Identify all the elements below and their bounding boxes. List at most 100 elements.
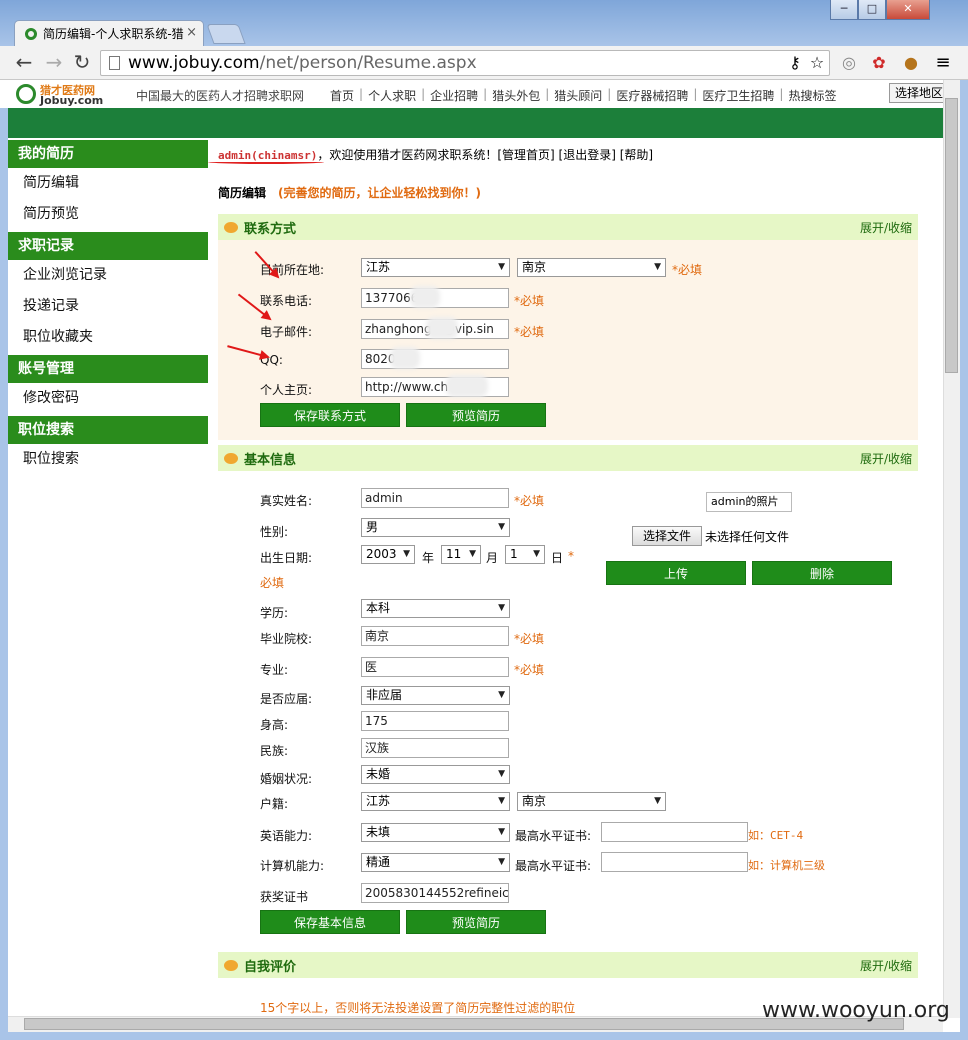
school-input[interactable]: 南京 xyxy=(361,626,509,646)
photo-alt-text: admin的照片 xyxy=(711,495,779,508)
nav-employer[interactable]: 企业招聘 xyxy=(430,87,478,104)
redaction-blur xyxy=(426,317,458,339)
name-input[interactable]: admin xyxy=(361,488,509,508)
no-file-text: 未选择任何文件 xyxy=(705,530,790,544)
computer-hint: 如：计算机三级 xyxy=(748,859,825,872)
province-select[interactable]: 江苏 xyxy=(361,258,510,277)
english-cert-input[interactable] xyxy=(601,822,748,842)
sidebar-item-resume-preview[interactable]: 简历预览 xyxy=(8,199,208,230)
english-select[interactable]: 未填 xyxy=(361,823,510,842)
nav-outsourcing[interactable]: 猎头外包 xyxy=(492,87,540,104)
back-icon[interactable]: ← xyxy=(12,50,36,74)
region-select-button[interactable]: 选择地区 xyxy=(889,83,951,103)
birth-day-select[interactable]: 1 xyxy=(505,545,545,564)
preview-resume-button[interactable]: 预览简历 xyxy=(406,910,546,934)
email-label: 电子邮件: xyxy=(260,325,313,339)
month-unit: 月 xyxy=(486,551,499,565)
nav-health-jobs[interactable]: 医疗卫生招聘 xyxy=(702,87,774,104)
city-select[interactable]: 南京 xyxy=(517,258,666,277)
phone-label: 联系电话: xyxy=(260,294,313,308)
menu-icon[interactable]: ≡ xyxy=(932,52,954,74)
reload-icon[interactable]: ↻ xyxy=(70,50,94,74)
sidebar: 我的简历 简历编辑 简历预览 求职记录 企业浏览记录 投递记录 职位收藏夹 账号… xyxy=(8,138,208,1018)
url-host: www.jobuy.com xyxy=(128,53,260,73)
nav-hot-tags[interactable]: 热搜标签 xyxy=(788,87,836,104)
section-basic-header: 基本信息 展开/收缩 xyxy=(218,445,918,471)
sidebar-item-company-views[interactable]: 企业浏览记录 xyxy=(8,260,208,291)
section-basic-toggle[interactable]: 展开/收缩 xyxy=(860,450,912,467)
school-label: 毕业院校: xyxy=(260,632,313,646)
speech-bubble-icon xyxy=(224,221,238,233)
computer-cert-input[interactable] xyxy=(601,852,748,872)
vertical-scroll-thumb[interactable] xyxy=(945,98,958,373)
close-tab-icon[interactable]: × xyxy=(186,25,197,40)
delete-photo-button[interactable]: 删除 xyxy=(752,561,892,585)
computer-select[interactable]: 精通 xyxy=(361,853,510,872)
sidebar-group-resume: 我的简历 xyxy=(8,140,208,168)
preview-resume-button[interactable]: 预览简历 xyxy=(406,403,546,427)
section-self-eval-toggle[interactable]: 展开/收缩 xyxy=(860,957,912,974)
browser-tab[interactable]: 简历编辑-个人求职系统-猎 × xyxy=(14,20,204,46)
window-frame-bottom xyxy=(0,1032,968,1040)
birth-year-select[interactable]: 2003 xyxy=(361,545,415,564)
education-select[interactable]: 本科 xyxy=(361,599,510,618)
welcome-text: ，欢迎使用猎才医药网求职系统！ xyxy=(317,148,498,162)
extension-circle-icon[interactable]: ◎ xyxy=(838,52,860,74)
section-contact-toggle[interactable]: 展开/收缩 xyxy=(860,219,912,236)
computer-cert-label: 最高水平证书: xyxy=(515,859,592,873)
new-tab-button[interactable] xyxy=(206,24,246,44)
main-content: admin(chinamsr)，欢迎使用猎才医药网求职系统！[管理首页] [退出… xyxy=(208,138,943,1018)
choose-file-button[interactable]: 选择文件 xyxy=(632,526,702,546)
english-hint: 如：CET-4 xyxy=(748,829,804,842)
save-contact-button[interactable]: 保存联系方式 xyxy=(260,403,400,427)
favicon-icon xyxy=(25,27,37,40)
homepage-label: 个人主页: xyxy=(260,383,313,397)
nav-home[interactable]: 首页 xyxy=(330,87,354,104)
sidebar-item-favorites[interactable]: 职位收藏夹 xyxy=(8,322,208,353)
major-input[interactable]: 医 xyxy=(361,657,509,677)
nav-device-jobs[interactable]: 医疗器械招聘 xyxy=(616,87,688,104)
star-icon[interactable]: ☆ xyxy=(806,52,828,74)
section-contact-header: 联系方式 展开/收缩 xyxy=(218,214,918,240)
redaction-blur xyxy=(410,286,440,308)
required-mark: *必填 xyxy=(514,494,545,508)
url-path: /net/person/Resume.aspx xyxy=(259,53,477,73)
name-label: 真实姓名: xyxy=(260,494,313,508)
gender-select[interactable]: 男 xyxy=(361,518,510,537)
maximize-button[interactable]: □ xyxy=(858,0,886,20)
sidebar-group-account: 账号管理 xyxy=(8,355,208,383)
day-unit: 日 xyxy=(551,551,564,565)
sidebar-item-change-password[interactable]: 修改密码 xyxy=(8,383,208,414)
sidebar-item-applications[interactable]: 投递记录 xyxy=(8,291,208,322)
nav-jobseeker[interactable]: 个人求职 xyxy=(368,87,416,104)
birth-month-select[interactable]: 11 xyxy=(441,545,481,564)
site-logo[interactable]: 猎才医药网 Jobuy.com xyxy=(16,82,126,108)
logo-text-en: Jobuy.com xyxy=(40,94,104,107)
minimize-button[interactable]: ─ xyxy=(830,0,858,20)
education-label: 学历: xyxy=(260,606,289,620)
address-bar[interactable]: www.jobuy.com/net/person/Resume.aspx xyxy=(100,50,830,76)
self-eval-note: 15个字以上，否则将无法投递设置了简历完整性过滤的职位 xyxy=(260,1001,576,1015)
qq-input[interactable]: 8020 xyxy=(361,349,509,369)
key-icon[interactable]: ⚷ xyxy=(784,52,806,74)
hukou-province-select[interactable]: 江苏 xyxy=(361,792,510,811)
speech-bubble-icon xyxy=(224,452,238,464)
sidebar-item-job-search[interactable]: 职位搜索 xyxy=(8,444,208,475)
nav-headhunter[interactable]: 猎头顾问 xyxy=(554,87,602,104)
save-basic-button[interactable]: 保存基本信息 xyxy=(260,910,400,934)
ethnicity-input[interactable]: 汉族 xyxy=(361,738,509,758)
extension-rings-icon[interactable]: ✿ xyxy=(868,52,890,74)
window-frame-left xyxy=(0,80,8,1040)
hukou-city-select[interactable]: 南京 xyxy=(517,792,666,811)
cookie-icon[interactable]: ● xyxy=(900,52,922,74)
upload-photo-button[interactable]: 上传 xyxy=(606,561,746,585)
sidebar-item-resume-edit[interactable]: 简历编辑 xyxy=(8,168,208,199)
award-input[interactable]: 2005830144552refineicp. xyxy=(361,883,509,903)
fresh-graduate-select[interactable]: 非应届 xyxy=(361,686,510,705)
forward-icon[interactable]: → xyxy=(42,50,66,74)
height-label: 身高: xyxy=(260,718,289,732)
height-input[interactable]: 175 xyxy=(361,711,509,731)
marital-select[interactable]: 未婚 xyxy=(361,765,510,784)
header-links[interactable]: [管理首页] [退出登录] [帮助] xyxy=(497,148,653,162)
close-window-button[interactable]: ✕ xyxy=(886,0,930,20)
